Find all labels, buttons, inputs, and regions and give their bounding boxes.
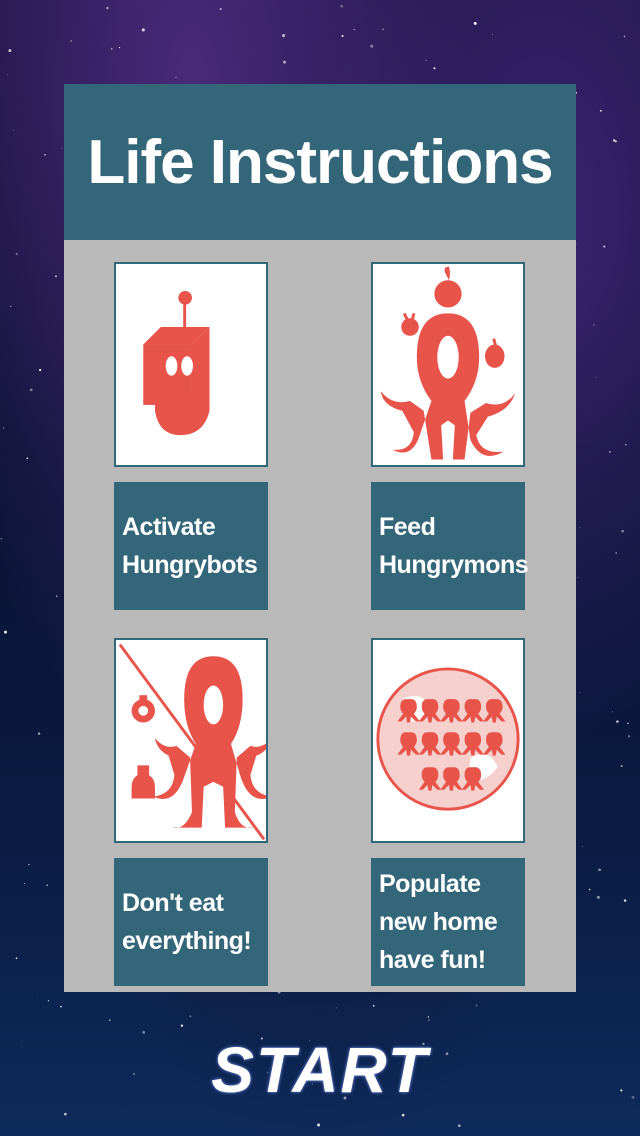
card-label-feed-hungrymons: Feed Hungrymons — [371, 482, 529, 610]
start-button[interactable]: START — [170, 1030, 470, 1110]
panel-header: Life Instructions — [64, 84, 576, 240]
populated-planet-icon — [371, 638, 525, 843]
instructions-panel: Life Instructions Activate Hungrybots Fe… — [64, 84, 576, 992]
card-label-activate-hungrybots: Activate Hungrybots — [114, 482, 268, 610]
panel-title: Life Instructions — [87, 127, 553, 197]
crossed-out-eating-icon — [114, 638, 268, 843]
card-label-populate-new-home: Populate new home have fun! — [371, 858, 525, 986]
hungrymon-feeding-icon — [371, 262, 525, 467]
hungrybot-icon — [114, 262, 268, 467]
start-button-label: START — [211, 1034, 429, 1106]
card-label-dont-eat-everything: Don't eat everything! — [114, 858, 268, 986]
